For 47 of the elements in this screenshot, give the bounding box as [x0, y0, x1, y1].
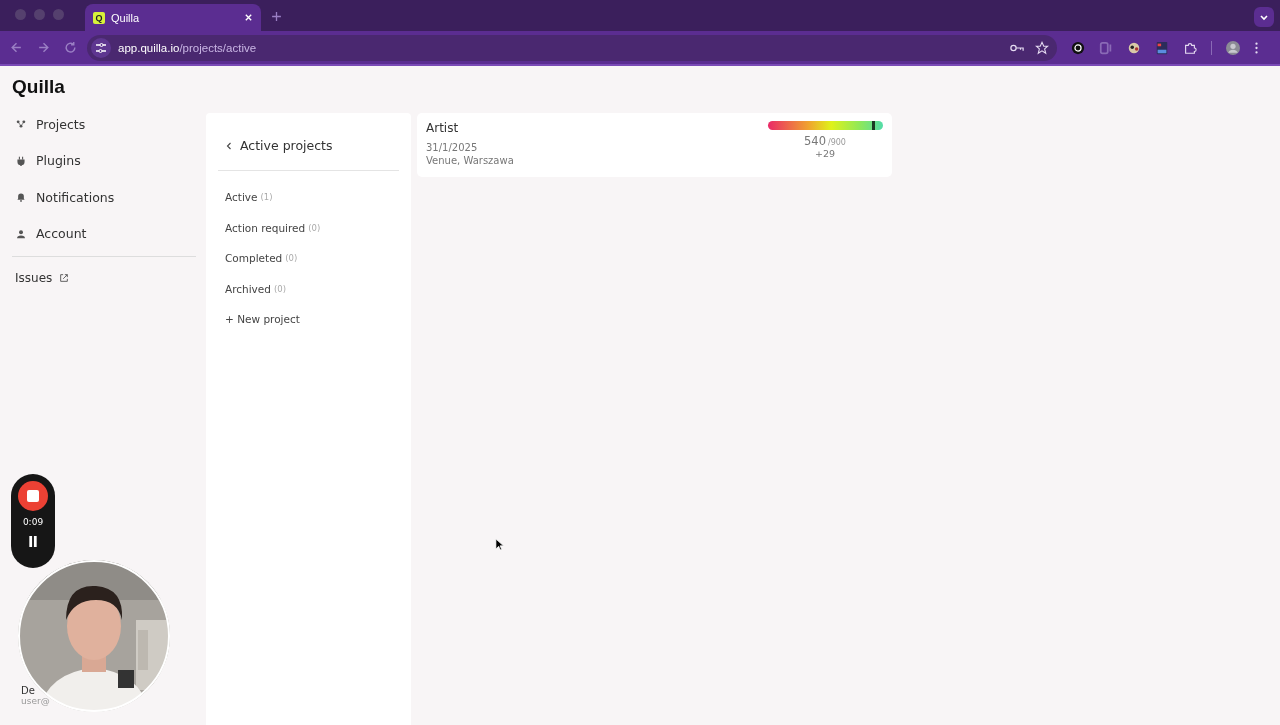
filter-item[interactable]: Active (1) [225, 182, 273, 213]
more-menu-icon[interactable] [1254, 40, 1259, 55]
project-date: 31/1/2025 [426, 141, 479, 154]
recording-time: 0:09 [22, 517, 44, 527]
app-logo[interactable]: Quilla [12, 76, 196, 98]
filter-item[interactable]: Action required (0) [225, 212, 321, 243]
reload-icon[interactable] [64, 41, 77, 54]
back-icon[interactable] [10, 41, 23, 54]
plug-icon [16, 155, 26, 166]
project-card[interactable]: Artist 31/1/2025 Venue, Warszawa 540 /900 +29 [417, 113, 892, 177]
pause-icon[interactable] [28, 536, 38, 547]
project-name: Artist [426, 121, 460, 135]
filter-item[interactable]: Completed (0) [225, 243, 298, 274]
user-email: user@ [21, 696, 51, 706]
profile-avatar-icon[interactable] [1226, 40, 1240, 55]
favicon-icon: Q [93, 11, 105, 24]
star-icon[interactable] [1035, 40, 1049, 55]
extensions-icon[interactable] [1183, 40, 1197, 55]
new-tab-icon[interactable] [271, 11, 282, 22]
project-venue: Venue, Warszawa [426, 154, 514, 167]
chevron-down-icon [1259, 12, 1269, 22]
site-settings-icon[interactable] [91, 37, 111, 58]
mouse-cursor-icon [495, 538, 504, 551]
issues-link[interactable]: Issues [12, 271, 196, 285]
extension-icon[interactable] [1071, 40, 1085, 55]
sidebar-item[interactable]: Notifications [12, 179, 196, 216]
new-project-link[interactable]: + New project [225, 304, 300, 335]
filter-item[interactable]: Archived (0) [225, 273, 286, 304]
url-text[interactable]: app.quilla.io/projects/active [118, 41, 257, 54]
address-bar[interactable]: app.quilla.io/projects/active [87, 34, 1057, 61]
sidebar-item[interactable]: Account [12, 215, 196, 252]
user-name: De [21, 685, 36, 696]
score-value: 540 /900 [804, 134, 846, 148]
browser-tab[interactable]: Q Quilla [85, 4, 261, 31]
sidebar-item[interactable]: Plugins [12, 142, 196, 179]
extension-icon[interactable] [1127, 40, 1141, 55]
person-icon [16, 228, 26, 239]
score-change: +29 [814, 148, 836, 159]
chevron-left-icon [226, 140, 232, 151]
bell-icon [16, 192, 26, 203]
forward-icon[interactable] [37, 41, 50, 54]
external-link-icon [59, 273, 70, 283]
close-icon[interactable] [244, 13, 253, 22]
tab-search-button[interactable] [1254, 7, 1274, 27]
stop-button[interactable] [18, 481, 48, 511]
sidebar-item[interactable]: Projects [12, 106, 196, 143]
back-link[interactable]: Active projects [218, 129, 399, 162]
